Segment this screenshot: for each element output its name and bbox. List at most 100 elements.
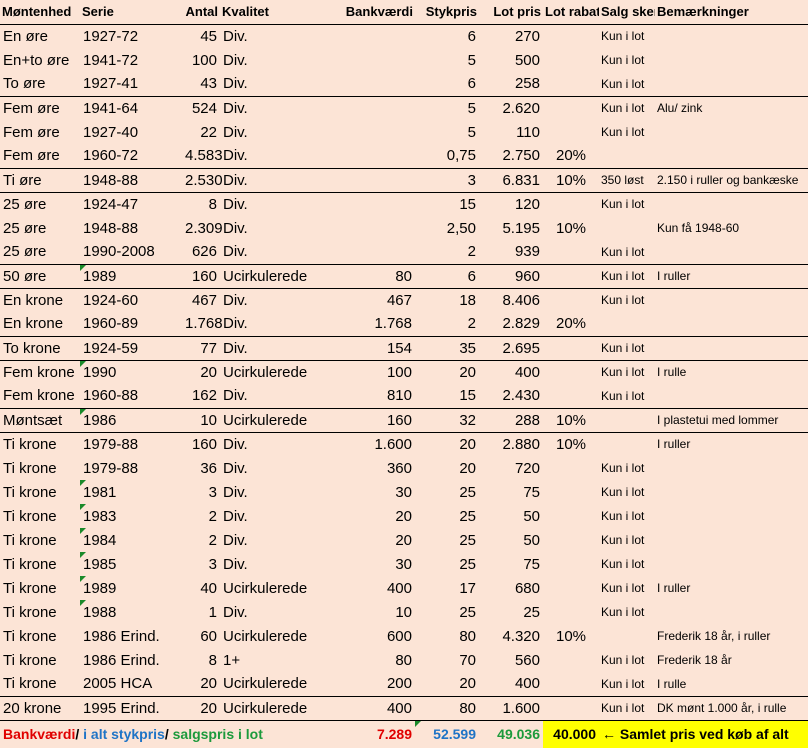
header-salg[interactable]: Salg sker bbox=[599, 0, 655, 24]
cell-lot-rabat[interactable] bbox=[543, 287, 599, 312]
cell-salg-sker[interactable]: Kun i lot bbox=[599, 672, 655, 696]
cell-kvalitet[interactable]: Div. bbox=[220, 504, 330, 528]
cell-lotpris[interactable]: 720 bbox=[479, 456, 543, 480]
cell-stykpris[interactable]: 25 bbox=[415, 528, 479, 552]
cell-antal[interactable]: 524 bbox=[182, 95, 220, 120]
cell-lot-rabat[interactable]: 20% bbox=[543, 312, 599, 336]
cell-antal[interactable]: 2.309 bbox=[182, 216, 223, 240]
cell-salg-sker[interactable]: Kun i lot bbox=[599, 72, 655, 96]
cell-serie[interactable]: 1981 bbox=[80, 480, 182, 504]
cell-serie[interactable]: 1948-88 bbox=[80, 216, 182, 240]
cell-serie[interactable]: 1979-88 bbox=[80, 456, 182, 480]
cell-bankvaerdi[interactable]: 30 bbox=[330, 480, 415, 504]
cell-lotpris[interactable]: 1.600 bbox=[479, 695, 543, 720]
cell-bankvaerdi[interactable]: 160 bbox=[330, 407, 415, 432]
cell-stykpris[interactable]: 20 bbox=[415, 456, 479, 480]
cell-bemaerkninger[interactable] bbox=[655, 384, 808, 408]
cell-lot-rabat[interactable]: 10% bbox=[543, 624, 599, 648]
cell-lotpris[interactable]: 50 bbox=[479, 504, 543, 528]
cell-serie[interactable]: 1983 bbox=[80, 504, 182, 528]
cell-bankvaerdi[interactable]: 10 bbox=[330, 600, 415, 624]
cell-enhed[interactable]: En krone bbox=[0, 287, 80, 312]
cell-lotpris[interactable]: 50 bbox=[479, 528, 543, 552]
cell-lot-rabat[interactable] bbox=[543, 576, 599, 600]
cell-bemaerkninger[interactable] bbox=[655, 600, 808, 624]
cell-salg-sker[interactable] bbox=[599, 312, 655, 336]
cell-salg-sker[interactable]: Kun i lot bbox=[599, 95, 655, 120]
cell-bankvaerdi[interactable] bbox=[330, 72, 415, 96]
cell-bankvaerdi[interactable] bbox=[330, 95, 415, 120]
cell-lotpris[interactable]: 2.750 bbox=[479, 144, 543, 168]
cell-stykpris[interactable]: 5 bbox=[415, 95, 479, 120]
cell-enhed[interactable]: 50 øre bbox=[0, 263, 80, 288]
cell-salg-sker[interactable] bbox=[599, 216, 655, 240]
cell-bemaerkninger[interactable] bbox=[655, 144, 808, 168]
cell-kvalitet[interactable]: Div. bbox=[220, 72, 330, 96]
cell-salg-sker[interactable]: Kun i lot bbox=[599, 600, 655, 624]
cell-lot-rabat[interactable]: 10% bbox=[543, 167, 599, 192]
cell-bankvaerdi[interactable] bbox=[330, 48, 415, 72]
cell-enhed[interactable]: 25 øre bbox=[0, 191, 80, 216]
cell-lotpris[interactable]: 5.195 bbox=[479, 216, 543, 240]
cell-enhed[interactable]: To øre bbox=[0, 72, 80, 96]
cell-stykpris[interactable]: 15 bbox=[415, 191, 479, 216]
cell-kvalitet[interactable]: Div. bbox=[220, 167, 330, 192]
cell-serie[interactable]: 1988 bbox=[80, 600, 182, 624]
cell-lot-rabat[interactable]: 10% bbox=[543, 431, 599, 456]
cell-antal[interactable]: 36 bbox=[182, 456, 220, 480]
cell-serie[interactable]: 1990 bbox=[80, 359, 182, 384]
cell-enhed[interactable]: 20 krone bbox=[0, 695, 80, 720]
cell-bemaerkninger[interactable]: I ruller bbox=[655, 263, 808, 288]
cell-bemaerkninger[interactable] bbox=[655, 287, 808, 312]
cell-enhed[interactable]: Fem øre bbox=[0, 95, 80, 120]
cell-kvalitet[interactable]: Ucirkulerede bbox=[220, 624, 330, 648]
cell-antal[interactable]: 60 bbox=[182, 624, 220, 648]
cell-salg-sker[interactable] bbox=[599, 144, 655, 168]
cell-antal[interactable]: 3 bbox=[182, 480, 220, 504]
cell-antal[interactable]: 160 bbox=[182, 263, 220, 288]
cell-lotpris[interactable]: 500 bbox=[479, 48, 543, 72]
cell-bemaerkninger[interactable]: Alu/ zink bbox=[655, 95, 808, 120]
cell-enhed[interactable]: Ti krone bbox=[0, 576, 80, 600]
cell-lot-rabat[interactable] bbox=[543, 191, 599, 216]
cell-stykpris[interactable]: 80 bbox=[415, 624, 479, 648]
cell-bemaerkninger[interactable] bbox=[655, 504, 808, 528]
cell-antal[interactable]: 20 bbox=[182, 672, 220, 696]
cell-enhed[interactable]: Ti krone bbox=[0, 480, 80, 504]
cell-kvalitet[interactable]: Ucirkulerede bbox=[220, 695, 330, 720]
cell-bemaerkninger[interactable] bbox=[655, 240, 808, 264]
cell-enhed[interactable]: Ti krone bbox=[0, 648, 80, 672]
cell-lot-rabat[interactable] bbox=[543, 95, 599, 120]
cell-stykpris[interactable]: 6 bbox=[415, 263, 479, 288]
header-serie[interactable]: Serie bbox=[80, 0, 182, 24]
cell-lot-rabat[interactable] bbox=[543, 23, 599, 48]
cell-lotpris[interactable]: 2.430 bbox=[479, 384, 543, 408]
cell-bankvaerdi[interactable]: 1.600 bbox=[330, 431, 415, 456]
cell-kvalitet[interactable]: 1+ bbox=[220, 648, 330, 672]
cell-serie[interactable]: 1989 bbox=[80, 576, 182, 600]
cell-bemaerkninger[interactable]: I ruller bbox=[655, 576, 808, 600]
cell-antal[interactable]: 3 bbox=[182, 552, 220, 576]
cell-kvalitet[interactable]: Ucirkulerede bbox=[220, 263, 330, 288]
cell-serie[interactable]: 1979-88 bbox=[80, 431, 182, 456]
cell-salg-sker[interactable]: Kun i lot bbox=[599, 528, 655, 552]
cell-enhed[interactable]: Fem krone bbox=[0, 359, 80, 384]
cell-bankvaerdi[interactable]: 80 bbox=[330, 648, 415, 672]
cell-salg-sker[interactable]: Kun i lot bbox=[599, 359, 655, 384]
cell-lotpris[interactable]: 6.831 bbox=[479, 167, 543, 192]
cell-kvalitet[interactable]: Div. bbox=[220, 528, 330, 552]
cell-bemaerkninger[interactable] bbox=[655, 335, 808, 360]
cell-bankvaerdi[interactable]: 20 bbox=[330, 504, 415, 528]
cell-enhed[interactable]: En+to øre bbox=[0, 48, 80, 72]
cell-kvalitet[interactable]: Div. bbox=[220, 240, 330, 264]
cell-kvalitet[interactable]: Div. bbox=[220, 48, 330, 72]
header-enhed[interactable]: Møntenhed bbox=[0, 0, 80, 24]
cell-stykpris[interactable]: 2 bbox=[415, 312, 479, 336]
cell-salg-sker[interactable] bbox=[599, 624, 655, 648]
cell-lot-rabat[interactable] bbox=[543, 456, 599, 480]
total-stykpris[interactable]: 52.599 bbox=[415, 719, 479, 748]
cell-antal[interactable]: 162 bbox=[182, 384, 220, 408]
cell-stykpris[interactable]: 80 bbox=[415, 695, 479, 720]
cell-antal[interactable]: 20 bbox=[182, 695, 220, 720]
cell-antal[interactable]: 467 bbox=[182, 287, 220, 312]
